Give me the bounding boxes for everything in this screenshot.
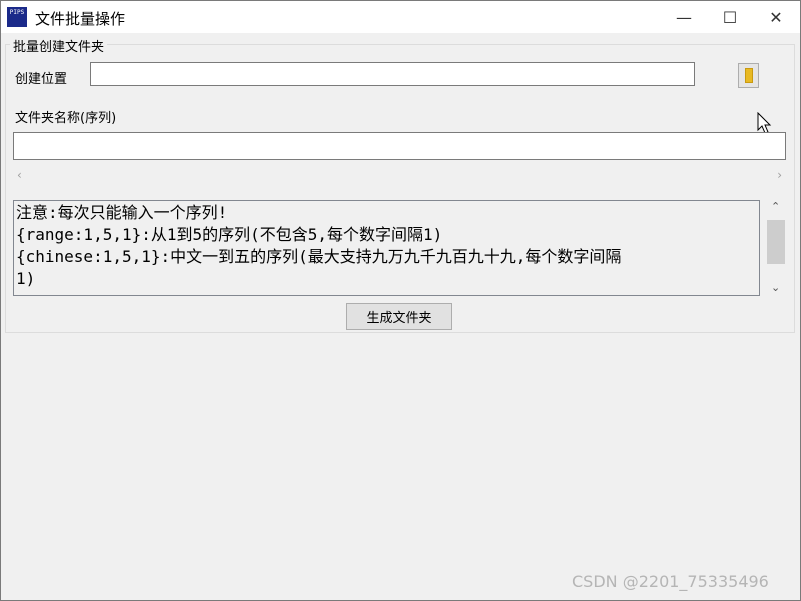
horizontal-scrollbar[interactable]: ‹ ›: [13, 168, 786, 185]
scroll-thumb[interactable]: [767, 220, 785, 264]
app-icon-text: PIPS: [9, 9, 25, 16]
instructions-textarea[interactable]: 注意:每次只能输入一个序列! {range:1,5,1}:从1到5的序列(不包含…: [13, 200, 760, 296]
location-input[interactable]: [90, 62, 695, 86]
scroll-down-icon[interactable]: ⌄: [771, 281, 780, 294]
scroll-left-icon[interactable]: ‹: [17, 168, 22, 182]
vertical-scrollbar[interactable]: ⌃ ⌄: [765, 200, 787, 296]
close-button[interactable]: ✕: [753, 1, 799, 33]
scroll-up-icon[interactable]: ⌃: [771, 200, 780, 213]
instruction-line: {range:1,5,1}:从1到5的序列(不包含5,每个数字间隔1): [16, 225, 443, 244]
title-bar[interactable]: PIPS 文件批量操作 — ☐ ✕: [1, 1, 800, 33]
instruction-line: {chinese:1,5,1}:中文一到五的序列(最大支持九万九千九百九十九,每…: [16, 247, 622, 266]
minimize-button[interactable]: —: [661, 1, 707, 33]
folder-icon: [744, 68, 753, 83]
group-title: 批量创建文件夹: [10, 36, 108, 55]
maximize-button[interactable]: ☐: [707, 1, 753, 33]
window-title: 文件批量操作: [35, 10, 126, 28]
watermark: CSDN @2201_75335496: [572, 572, 769, 591]
folder-name-input[interactable]: [13, 132, 786, 160]
generate-folders-button[interactable]: 生成文件夹: [346, 303, 452, 330]
folder-name-label: 文件夹名称(序列): [15, 111, 117, 126]
scroll-right-icon[interactable]: ›: [777, 168, 782, 182]
browse-folder-button[interactable]: [738, 63, 759, 88]
app-icon: PIPS: [7, 7, 27, 27]
instruction-line: 1): [16, 269, 36, 288]
location-label: 创建位置: [15, 72, 68, 87]
instruction-line: 注意:每次只能输入一个序列!: [16, 203, 228, 222]
